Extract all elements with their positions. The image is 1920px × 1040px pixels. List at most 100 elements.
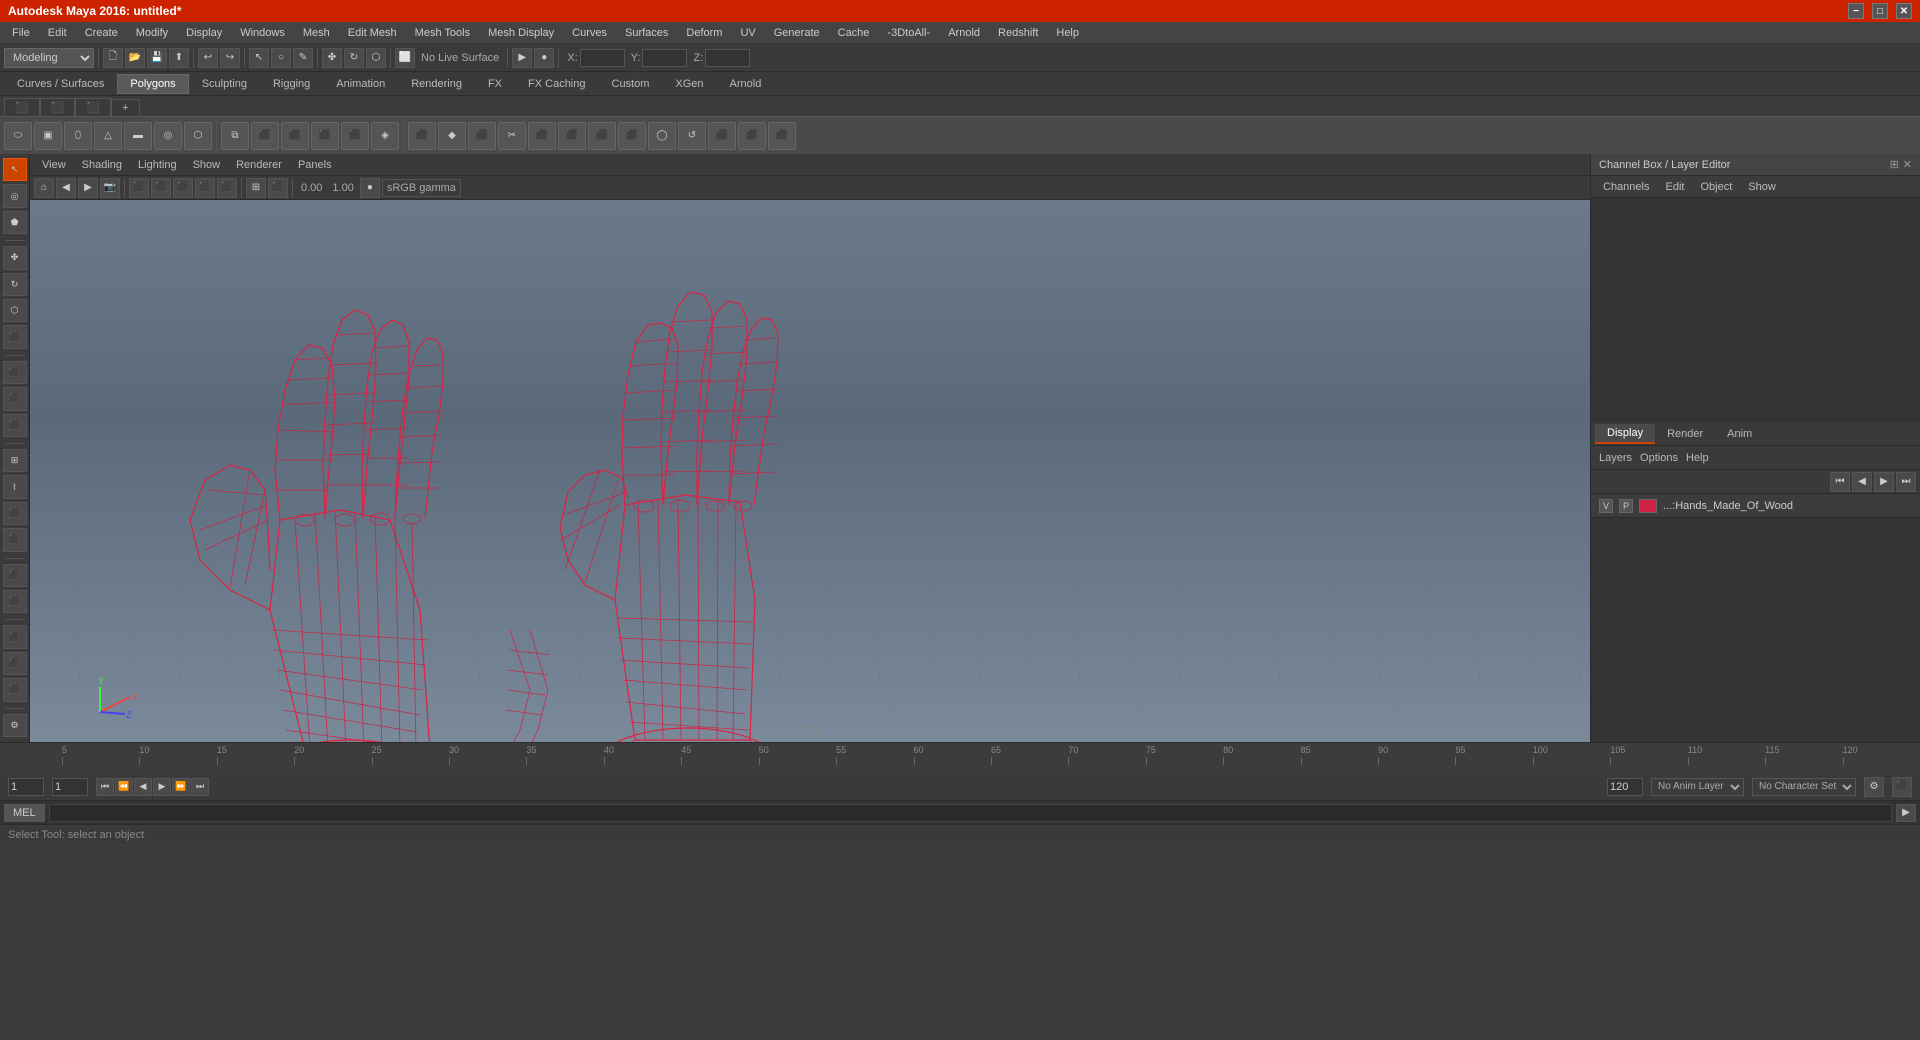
shelf-edge-loop-icon[interactable]: ⬛	[468, 122, 496, 150]
viewport-menu-view[interactable]: View	[38, 159, 70, 171]
zoom-btn[interactable]: ⬛	[3, 678, 27, 701]
shelf-tab-3[interactable]: ⬛	[75, 98, 111, 116]
shelf-mirror-icon[interactable]: ⬛	[738, 122, 766, 150]
vp-flat-shade-btn[interactable]: ⬛	[173, 178, 193, 198]
x-coord-input[interactable]	[580, 49, 625, 67]
shelf-flip-icon[interactable]: ⬛	[708, 122, 736, 150]
shelf-cylinder-icon[interactable]: ⬯	[64, 122, 92, 150]
snap-to-grid-btn[interactable]: ⊞	[3, 449, 27, 472]
vp-next-btn[interactable]: ▶	[78, 178, 98, 198]
menu-redshift[interactable]: Redshift	[990, 25, 1046, 41]
cb-menu-channels[interactable]: Channels	[1595, 179, 1657, 195]
tab-fx[interactable]: FX	[475, 74, 515, 94]
playback-skip-start-btn[interactable]: ⏮	[96, 778, 114, 796]
tool-settings-btn[interactable]: ⚙	[3, 714, 27, 737]
tab-anim[interactable]: Anim	[1715, 425, 1764, 443]
lasso-left-btn[interactable]: ⬟	[3, 211, 27, 234]
tab-animation[interactable]: Animation	[323, 74, 398, 94]
timeline-ruler[interactable]: 5101520253035404550556065707580859095100…	[0, 743, 1920, 773]
layers-menu-help[interactable]: Help	[1686, 452, 1709, 464]
shelf-target-weld-icon[interactable]: ⬛	[558, 122, 586, 150]
cb-menu-show[interactable]: Show	[1740, 179, 1784, 195]
playback-play-btn[interactable]: ▶	[153, 778, 171, 796]
vp-camera-btn[interactable]: 📷	[100, 178, 120, 198]
shelf-multi-cut-icon[interactable]: ⬛	[588, 122, 616, 150]
paint-sel-left-btn[interactable]: ◎	[3, 184, 27, 207]
shelf-tab-1[interactable]: ⬛	[4, 98, 40, 116]
menu-modify[interactable]: Modify	[128, 25, 176, 41]
menu-mesh-tools[interactable]: Mesh Tools	[407, 25, 478, 41]
shelf-connect-icon[interactable]: ⬛	[618, 122, 646, 150]
vp-gamma-icon[interactable]: ●	[360, 178, 380, 198]
ipr-left-btn[interactable]: ⬛	[3, 590, 27, 613]
paint-sel-btn[interactable]: ✎	[293, 48, 313, 68]
vp-shaded-wire-btn[interactable]: ⬛	[195, 178, 215, 198]
rotate-left-btn[interactable]: ↻	[3, 273, 27, 296]
shelf-separate-icon[interactable]: ⬛	[251, 122, 279, 150]
minimize-button[interactable]: −	[1848, 3, 1864, 19]
layer-skip-fwd-btn[interactable]: ⏭	[1896, 472, 1916, 492]
tab-polygons[interactable]: Polygons	[117, 74, 188, 94]
viewport-menu-shading[interactable]: Shading	[78, 159, 126, 171]
layer-next-btn[interactable]: ▶	[1874, 472, 1894, 492]
shelf-plane-icon[interactable]: ▬	[124, 122, 152, 150]
lasso-btn[interactable]: ○	[271, 48, 291, 68]
viewport-menu-renderer[interactable]: Renderer	[232, 159, 286, 171]
tab-arnold[interactable]: Arnold	[717, 74, 775, 94]
tab-custom[interactable]: Custom	[599, 74, 663, 94]
menu-help[interactable]: Help	[1048, 25, 1087, 41]
tab-fx-caching[interactable]: FX Caching	[515, 74, 598, 94]
vp-wireframe-btn[interactable]: ⬛	[129, 178, 149, 198]
menu-mesh[interactable]: Mesh	[295, 25, 338, 41]
save-scene-btn[interactable]: 💾	[147, 48, 167, 68]
live-surface-icon[interactable]: ⬜	[395, 48, 415, 68]
shelf-torus-icon[interactable]: ◎	[154, 122, 182, 150]
shelf-merge-icon[interactable]: ⬛	[528, 122, 556, 150]
tab-sculpting[interactable]: Sculpting	[189, 74, 260, 94]
shelf-tab-2[interactable]: ⬛	[40, 98, 76, 116]
snap-to-view-plane-btn[interactable]: ⬛	[3, 528, 27, 551]
layers-menu-options[interactable]: Options	[1640, 452, 1678, 464]
layer-skip-back-btn[interactable]: ⏮	[1830, 472, 1850, 492]
menu-mesh-display[interactable]: Mesh Display	[480, 25, 562, 41]
ipr-btn[interactable]: ●	[534, 48, 554, 68]
sculpt-btn[interactable]: ⬛	[3, 387, 27, 410]
layer-visibility-btn[interactable]: V	[1599, 499, 1613, 513]
tab-display[interactable]: Display	[1595, 424, 1655, 444]
menu-edit-mesh[interactable]: Edit Mesh	[340, 25, 405, 41]
timeline-current-input[interactable]	[52, 778, 88, 796]
show-manipulator-btn[interactable]: ⬛	[3, 414, 27, 437]
shelf-spin-icon[interactable]: ↺	[678, 122, 706, 150]
dollly-btn[interactable]: ⬛	[3, 652, 27, 675]
menu-windows[interactable]: Windows	[232, 25, 293, 41]
scale-left-btn[interactable]: ⬡	[3, 299, 27, 322]
shelf-cut-icon[interactable]: ✂	[498, 122, 526, 150]
vp-xray-btn[interactable]: ⬛	[217, 178, 237, 198]
viewport-menu-show[interactable]: Show	[189, 159, 225, 171]
menu-curves[interactable]: Curves	[564, 25, 615, 41]
rotate-btn[interactable]: ↻	[344, 48, 364, 68]
layer-prev-btn[interactable]: ◀	[1852, 472, 1872, 492]
y-coord-input[interactable]	[642, 49, 687, 67]
render-region-btn[interactable]: ⬛	[3, 564, 27, 587]
menu-uv[interactable]: UV	[732, 25, 763, 41]
timeline-start-input[interactable]	[8, 778, 44, 796]
open-scene-btn[interactable]: 📂	[125, 48, 145, 68]
layers-menu-layers[interactable]: Layers	[1599, 452, 1632, 464]
close-button[interactable]: ✕	[1896, 3, 1912, 19]
script-run-btn[interactable]: ▶	[1896, 804, 1916, 822]
shelf-tab-add[interactable]: +	[111, 99, 139, 116]
save-as-btn[interactable]: ⬆	[169, 48, 189, 68]
vp-camera-gate-btn[interactable]: ⬛	[268, 178, 288, 198]
menu-deform[interactable]: Deform	[678, 25, 730, 41]
cb-menu-edit[interactable]: Edit	[1657, 179, 1692, 195]
shelf-circularize-icon[interactable]: ◯	[648, 122, 676, 150]
cb-menu-object[interactable]: Object	[1692, 179, 1740, 195]
menu-arnold[interactable]: Arnold	[940, 25, 988, 41]
snap-to-curve-btn[interactable]: ⌇	[3, 475, 27, 498]
playback-skip-end-btn[interactable]: ⏭	[191, 778, 209, 796]
viewport-menu-panels[interactable]: Panels	[294, 159, 336, 171]
menu-surfaces[interactable]: Surfaces	[617, 25, 676, 41]
maximize-button[interactable]: □	[1872, 3, 1888, 19]
mel-btn[interactable]: MEL	[4, 804, 45, 822]
